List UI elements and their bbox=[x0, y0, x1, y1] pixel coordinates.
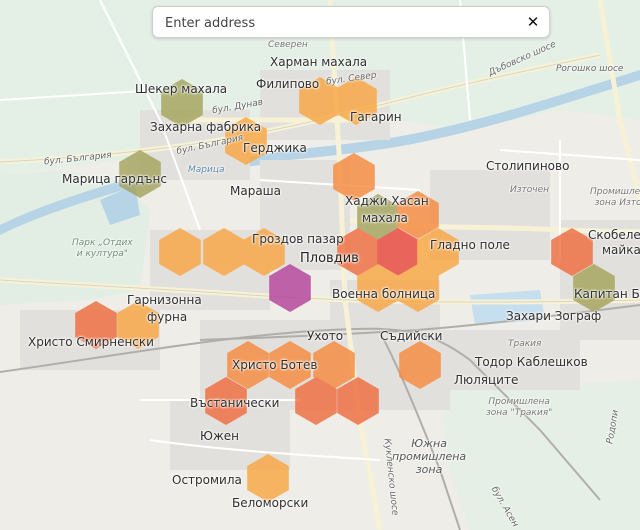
label-severen: Северен bbox=[268, 40, 308, 50]
label-trakia: Тракия bbox=[508, 339, 542, 349]
label-gagarin: Гагарин bbox=[350, 110, 402, 124]
label-zahari-zograf: Захари Зограф bbox=[506, 309, 602, 323]
label-lyulyatsite: Люляците bbox=[454, 373, 519, 387]
label-zaharna-fabrika: Захарна фабрика bbox=[150, 120, 262, 134]
label-stolipinovo: Столипиново bbox=[486, 159, 570, 173]
label-iztochen: Източен bbox=[510, 185, 550, 195]
label-harman-mahala: Харман махала bbox=[270, 55, 368, 69]
map-canvas[interactable]: Северен Харман махала Филипово Шекер мах… bbox=[0, 0, 640, 530]
label-uhoto: Ухото bbox=[307, 329, 344, 343]
label-ostromila: Остромила bbox=[172, 473, 242, 487]
label-yuzhna-promishlena-zona: Южна промишлена зона bbox=[392, 437, 467, 476]
label-yuzhen: Южен bbox=[200, 429, 239, 443]
label-hadzhi-hasan: Хаджи Хасан bbox=[345, 194, 429, 208]
label-garnizonna: Гарнизонна bbox=[127, 293, 202, 307]
road-label-rogoshko: Рогошко шосе bbox=[556, 64, 624, 74]
address-search-box[interactable]: ✕ bbox=[152, 6, 550, 38]
label-voenna-bolnitsa: Военна болница bbox=[332, 287, 436, 301]
label-marasha: Мараша bbox=[230, 184, 282, 198]
label-gerdzhika: Герджика bbox=[243, 141, 307, 155]
address-search-input[interactable] bbox=[163, 11, 517, 35]
label-todor-kableshkov: Тодор Каблешков bbox=[475, 355, 588, 369]
label-skobelev: Скобелев bbox=[588, 228, 640, 242]
label-sheker-mahala: Шекер махала bbox=[135, 82, 228, 96]
label-park-otdih: Парк „Отдих и култура" bbox=[72, 238, 133, 259]
label-maritsa-gardens: Марица гардънс bbox=[62, 172, 167, 186]
label-gladno-pole: Гладно поле bbox=[430, 238, 510, 252]
close-icon[interactable]: ✕ bbox=[523, 12, 543, 32]
label-belomorski: Беломорски bbox=[232, 496, 309, 510]
label-grozdov-pazar: Гроздов пазар bbox=[252, 232, 344, 246]
label-filipovo: Филипово bbox=[256, 77, 320, 91]
label-promishlena-zona-iztok: Промишленазона Изток bbox=[590, 187, 640, 208]
label-promishlena-zona-trakia: Промишлена зона "Тракия" bbox=[486, 397, 553, 418]
label-vastanicheski: Въстанически bbox=[190, 396, 280, 410]
label-hristo-botev: Христо Ботев bbox=[232, 358, 318, 372]
label-maika: майка bbox=[602, 243, 640, 257]
road-label-maritsa: Марица bbox=[188, 165, 225, 175]
label-mahala: махала bbox=[362, 211, 408, 225]
label-sadiyski: Съдийски bbox=[380, 329, 443, 343]
label-hristo-smirnenski: Христо Смирненски bbox=[28, 335, 154, 349]
label-plovdiv: Пловдив bbox=[300, 251, 359, 266]
label-furna: фурна bbox=[147, 310, 188, 324]
label-kapitan-bu: Капитан Бу bbox=[574, 287, 640, 301]
